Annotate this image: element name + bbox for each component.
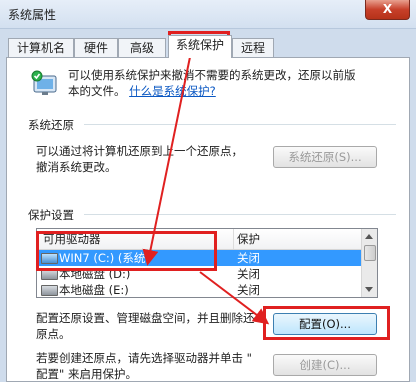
intro-text-line2: 本的文件。 什么是系统保护? — [68, 83, 216, 99]
configure-desc-line2: 原点。 — [36, 327, 71, 341]
configure-desc-line1: 配置还原设置、管理磁盘空间，并且删除还 — [36, 311, 255, 325]
drive-name: 本地磁盘 (E:) — [59, 283, 129, 297]
drive-row-c[interactable]: WIN7 (C:) (系统) 关闭 — [37, 250, 363, 266]
system-restore-heading: 系统还原 — [28, 118, 74, 132]
system-restore-divider — [84, 124, 396, 125]
system-restore-button[interactable]: 系统还原(S)... — [273, 146, 377, 168]
protection-settings-heading: 保护设置 — [28, 208, 74, 222]
drive-list-header: 可用驱动器 保护 — [37, 229, 363, 250]
configure-button[interactable]: 配置(O)... — [273, 313, 377, 335]
system-drive-icon — [41, 253, 58, 264]
drive-name: WIN7 (C:) (系统) — [59, 251, 150, 265]
tab-remote[interactable]: 远程 — [232, 38, 274, 57]
protection-status: 关闭 — [237, 267, 260, 281]
close-button[interactable]: X — [365, 0, 410, 20]
tab-hardware[interactable]: 硬件 — [74, 38, 118, 57]
drive-row-d[interactable]: 本地磁盘 (D:) 关闭 — [37, 266, 363, 282]
scroll-down-icon[interactable] — [365, 287, 373, 292]
system-protection-icon — [31, 70, 57, 95]
disk-drive-icon — [41, 285, 58, 296]
create-desc-line1: 若要创建还原点，请先选择驱动器并单击 " — [36, 351, 252, 365]
tab-advanced[interactable]: 高级 — [118, 38, 166, 57]
drive-row-e[interactable]: 本地磁盘 (E:) 关闭 — [37, 282, 363, 297]
protection-status: 关闭 — [237, 251, 260, 265]
tab-system-protection[interactable]: 系统保护 — [168, 35, 232, 58]
window-title: 系统属性 — [8, 8, 57, 22]
column-available-drives[interactable]: 可用驱动器 — [43, 231, 101, 247]
title-bar: 系统属性 X — [0, 0, 416, 29]
what-is-system-protection-link[interactable]: 什么是系统保护? — [129, 84, 216, 98]
system-restore-desc-line2: 撤消系统更改。 — [36, 160, 117, 174]
column-separator — [233, 229, 234, 249]
drive-name: 本地磁盘 (D:) — [59, 267, 131, 281]
tab-computer-name[interactable]: 计算机名 — [8, 38, 74, 57]
intro-text-line2-prefix: 本的文件。 — [68, 84, 126, 98]
drive-list-scrollbar[interactable] — [361, 229, 377, 297]
system-restore-desc-line1: 可以通过将计算机还原到上一个还原点， — [36, 144, 243, 158]
protection-settings-divider — [84, 214, 396, 215]
create-desc-line2: 配置" 来启用保护。 — [36, 367, 137, 381]
intro-text-line1: 可以使用系统保护来撤消不需要的系统更改，还原以前版 — [68, 68, 356, 82]
create-button[interactable]: 创建(C)... — [273, 354, 377, 376]
column-protection[interactable]: 保护 — [237, 231, 260, 247]
drive-list[interactable]: 可用驱动器 保护 WIN7 (C:) (系统) 关闭 本地磁盘 (D:) 关闭 … — [36, 228, 378, 298]
disk-drive-icon — [41, 269, 58, 280]
scroll-up-icon[interactable] — [365, 234, 373, 239]
scroll-thumb[interactable] — [364, 245, 376, 261]
protection-status: 关闭 — [237, 283, 260, 297]
